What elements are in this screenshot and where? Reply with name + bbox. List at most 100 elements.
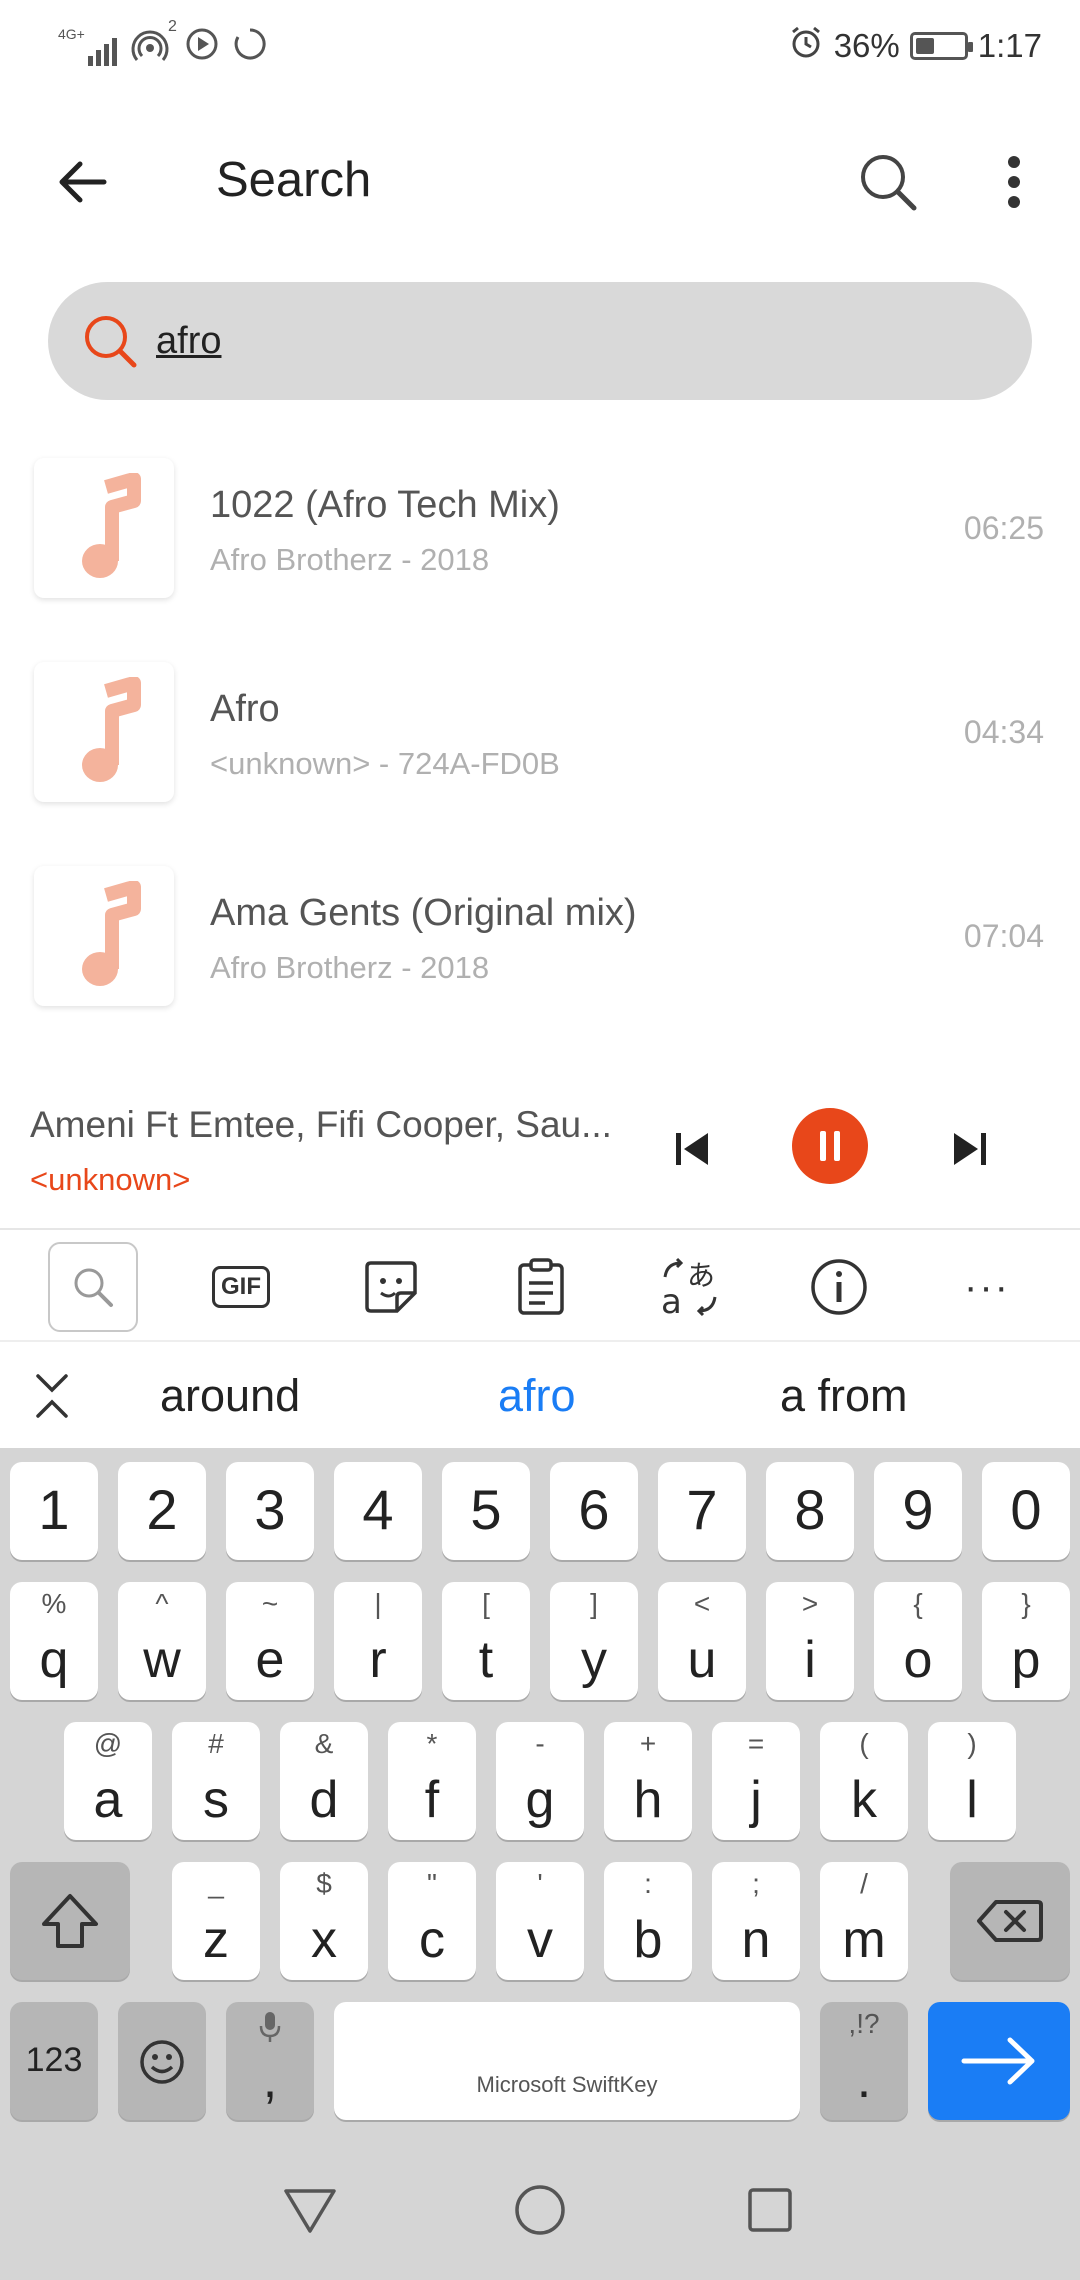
song-title: Ama Gents (Original mix): [210, 892, 637, 934]
key-d[interactable]: & d: [280, 1722, 368, 1840]
key-v[interactable]: ' v: [496, 1862, 584, 1980]
previous-button[interactable]: [660, 1114, 724, 1184]
overflow-menu-button[interactable]: [972, 140, 1056, 224]
translate-button[interactable]: aあ: [644, 1242, 734, 1332]
enter-key[interactable]: [928, 2002, 1070, 2120]
key-r[interactable]: | r: [334, 1582, 422, 1700]
key-h[interactable]: + h: [604, 1722, 692, 1840]
collapse-toolbar-button[interactable]: [20, 1362, 84, 1430]
emoji-key[interactable]: [118, 2002, 206, 2120]
more-horiz-icon: ···: [964, 1264, 1010, 1309]
key-7[interactable]: 7: [658, 1462, 746, 1560]
key-i[interactable]: > i: [766, 1582, 854, 1700]
app-bar: Search: [0, 110, 1080, 240]
space-key[interactable]: Microsoft SwiftKey: [334, 2002, 800, 2120]
album-art: [34, 458, 174, 598]
search-input[interactable]: [156, 304, 996, 378]
nav-back-button[interactable]: [270, 2170, 350, 2250]
collapse-icon: [36, 1374, 68, 1418]
square-recents-icon: [748, 2188, 792, 2232]
comma-key[interactable]: ,: [226, 2002, 314, 2120]
key-9[interactable]: 9: [874, 1462, 962, 1560]
suggestion-1[interactable]: around: [160, 1370, 300, 1422]
suggestion-2[interactable]: afro: [498, 1370, 576, 1422]
sticker-button[interactable]: [346, 1242, 436, 1332]
key-m[interactable]: / m: [820, 1862, 908, 1980]
now-playing-artist: <unknown>: [30, 1162, 191, 1197]
network-type: 4G+: [58, 26, 85, 42]
key-n[interactable]: ; n: [712, 1862, 800, 1980]
gif-button[interactable]: GIF: [196, 1242, 286, 1332]
search-icon: [861, 155, 917, 211]
info-button[interactable]: [794, 1242, 884, 1332]
key-a[interactable]: @ a: [64, 1722, 152, 1840]
shift-key[interactable]: [10, 1862, 130, 1980]
key-o[interactable]: {o: [874, 1582, 962, 1700]
list-item[interactable]: Afro <unknown> - 724A-FD0B 04:34: [0, 662, 1080, 842]
key-1[interactable]: 1: [10, 1462, 98, 1560]
hotspot-icon: 2: [131, 18, 177, 66]
key-5[interactable]: 5: [442, 1462, 530, 1560]
suggestion-3[interactable]: a from: [780, 1370, 908, 1422]
search-button[interactable]: [846, 140, 930, 224]
key-x[interactable]: $ x: [280, 1862, 368, 1980]
search-field[interactable]: [48, 282, 1032, 400]
key-z[interactable]: _ z: [172, 1862, 260, 1980]
key-j[interactable]: = j: [712, 1722, 800, 1840]
page-title: Search: [216, 153, 372, 207]
back-arrow-icon: [59, 161, 107, 203]
svg-text:あ: あ: [687, 1259, 715, 1292]
skip-previous-icon: [676, 1133, 708, 1165]
key-2[interactable]: 2: [118, 1462, 206, 1560]
backspace-key[interactable]: [950, 1862, 1070, 1980]
back-button[interactable]: [40, 140, 124, 224]
period-key[interactable]: ,!? .: [820, 2002, 908, 2120]
battery-percent: 36%: [833, 27, 900, 64]
next-button[interactable]: [938, 1114, 1002, 1184]
nav-recents-button[interactable]: [730, 2170, 810, 2250]
key-0[interactable]: 0: [982, 1462, 1070, 1560]
key-p[interactable]: } p: [982, 1582, 1070, 1700]
key-c[interactable]: " c: [388, 1862, 476, 1980]
keyboard-toolbar: GIF aあ ···: [0, 1232, 1080, 1342]
music-note-icon: [82, 881, 141, 986]
hotspot-count: 2: [167, 18, 177, 35]
key-l[interactable]: ) l: [928, 1722, 1016, 1840]
song-duration: 07:04: [963, 918, 1044, 954]
song-subtitle: <unknown> - 724A-FD0B: [210, 746, 560, 781]
key-e[interactable]: ~ e: [226, 1582, 314, 1700]
song-duration: 04:34: [963, 714, 1044, 750]
key-3[interactable]: 3: [226, 1462, 314, 1560]
nav-home-button[interactable]: [500, 2170, 580, 2250]
key-w[interactable]: ^ w: [118, 1582, 206, 1700]
skip-next-icon: [954, 1133, 986, 1165]
key-u[interactable]: < u: [658, 1582, 746, 1700]
svg-text:a: a: [661, 1282, 682, 1319]
keyboard-search-button[interactable]: [48, 1242, 138, 1332]
search-icon: [74, 1268, 113, 1307]
song-title: Afro: [210, 688, 280, 730]
key-k[interactable]: (k: [820, 1722, 908, 1840]
symbols-key[interactable]: 123: [10, 2002, 98, 2120]
triangle-back-icon: [284, 2189, 336, 2233]
pause-button[interactable]: [792, 1108, 868, 1184]
system-nav-bar: [0, 2138, 1080, 2280]
key-4[interactable]: 4: [334, 1462, 422, 1560]
mini-player[interactable]: Ameni Ft Emtee, Fifi Cooper, Sau... <unk…: [0, 1078, 1080, 1230]
key-6[interactable]: 6: [550, 1462, 638, 1560]
suggestion-bar: around afro a from: [0, 1344, 1080, 1448]
song-duration: 06:25: [963, 510, 1044, 546]
clipboard-button[interactable]: [496, 1242, 586, 1332]
key-f[interactable]: * f: [388, 1722, 476, 1840]
key-b[interactable]: :b: [604, 1862, 692, 1980]
more-options-button[interactable]: ···: [942, 1242, 1032, 1332]
list-item[interactable]: Ama Gents (Original mix) Afro Brotherz -…: [0, 866, 1080, 1046]
key-8[interactable]: 8: [766, 1462, 854, 1560]
key-s[interactable]: # s: [172, 1722, 260, 1840]
key-y[interactable]: ] y: [550, 1582, 638, 1700]
key-g[interactable]: -g: [496, 1722, 584, 1840]
key-q[interactable]: % q: [10, 1582, 98, 1700]
battery-icon: [909, 32, 973, 60]
key-t[interactable]: [t: [442, 1582, 530, 1700]
list-item[interactable]: 1022 (Afro Tech Mix) Afro Brotherz - 201…: [0, 458, 1080, 638]
